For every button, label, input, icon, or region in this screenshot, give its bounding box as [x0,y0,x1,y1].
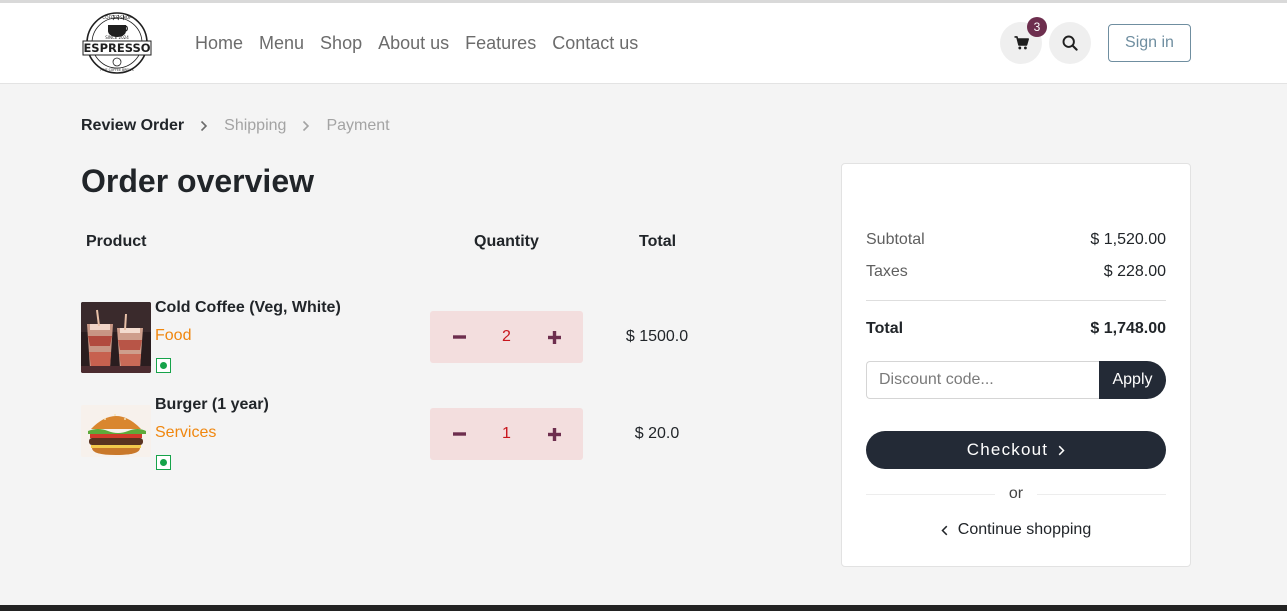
cart-count-badge: 3 [1027,17,1047,37]
discount-code-input[interactable] [866,361,1099,399]
quantity-value[interactable]: 1 [488,425,525,443]
site-header: ESPRESSO SINCE 2024 FINE COFFEE BREWS CO… [0,3,1287,84]
svg-text:COFFEE SHOP: COFFEE SHOP [102,15,132,20]
cold-coffee-image [81,302,151,373]
line-total: $ 1500.0 [625,328,689,345]
chevron-right-icon [184,120,224,132]
summary-divider [866,300,1166,301]
espresso-logo-icon: ESPRESSO SINCE 2024 FINE COFFEE BREWS CO… [82,12,152,74]
order-summary-card: Subtotal $ 1,520.00 Taxes $ 228.00 Total… [841,163,1191,567]
breadcrumb-payment: Payment [326,117,390,134]
checkout-button[interactable]: Checkout [866,431,1166,469]
cart-line-item: Burger (1 year) Services 1 $ 20.0 [81,393,731,473]
product-category: Services [155,424,217,441]
taxes-value: $ 228.00 [1103,263,1166,280]
chevron-right-icon [1058,445,1065,456]
increase-quantity-button[interactable] [525,408,583,460]
decrease-quantity-button[interactable] [430,408,488,460]
checkout-breadcrumb: Review Order Shipping Payment [81,117,390,135]
product-name[interactable]: Burger (1 year) [155,396,269,414]
checkout-label: Checkout [966,440,1049,459]
nav-menu[interactable]: Menu [251,31,312,55]
search-icon [1062,35,1078,51]
increase-quantity-button[interactable] [525,311,583,363]
or-label: or [1008,485,1024,502]
total-label: Total [866,320,904,337]
product-name[interactable]: Cold Coffee (Veg, White) [155,299,341,317]
quantity-stepper: 1 [430,408,583,460]
total-value: $ 1,748.00 [1090,320,1166,337]
footer-edge [0,605,1287,611]
or-separator: or [866,485,1167,503]
taxes-label: Taxes [866,263,908,280]
taxes-row: Taxes $ 228.00 [866,263,1166,281]
subtotal-value: $ 1,520.00 [1090,231,1166,248]
product-image[interactable] [81,302,151,373]
breadcrumb-review-order[interactable]: Review Order [81,117,184,135]
subtotal-row: Subtotal $ 1,520.00 [866,231,1166,249]
plus-icon [547,330,561,344]
plus-icon [547,427,561,441]
discount-form: Apply [866,361,1166,399]
minus-icon [452,432,466,436]
apply-discount-button[interactable]: Apply [1099,361,1166,399]
sign-in-button[interactable]: Sign in [1108,24,1191,62]
product-image[interactable] [81,405,151,457]
svg-text:FINE COFFEE BREWS: FINE COFFEE BREWS [100,68,133,72]
quantity-stepper: 2 [430,311,583,363]
svg-text:ESPRESSO: ESPRESSO [83,41,150,55]
cart-line-item: Cold Coffee (Veg, White) Food 2 $ 1500.0 [81,296,731,376]
chevron-left-icon [941,525,948,536]
quantity-value[interactable]: 2 [488,328,525,346]
product-category: Food [155,327,192,344]
minus-icon [452,335,466,339]
nav-shop[interactable]: Shop [312,31,370,55]
nav-home[interactable]: Home [187,31,251,55]
cart-icon [1014,36,1029,50]
nav-features[interactable]: Features [457,31,544,55]
main-nav: Home Menu Shop About us Features Contact… [187,31,646,55]
search-button[interactable] [1049,22,1091,64]
breadcrumb-shipping: Shipping [224,117,287,134]
burger-image [81,405,151,457]
brand-logo[interactable]: ESPRESSO SINCE 2024 FINE COFFEE BREWS CO… [80,11,154,75]
nav-contact-us[interactable]: Contact us [544,31,646,55]
column-header-total: Total [639,233,677,250]
svg-text:SINCE 2024: SINCE 2024 [105,35,129,40]
veg-indicator-icon [156,455,171,470]
total-row: Total $ 1,748.00 [866,320,1166,338]
column-header-product: Product [86,233,147,250]
continue-shopping-link[interactable]: Continue shopping [866,521,1166,539]
page-title: Order overview [81,163,314,199]
nav-about-us[interactable]: About us [370,31,457,55]
decrease-quantity-button[interactable] [430,311,488,363]
continue-shopping-label: Continue shopping [957,521,1092,538]
column-header-quantity: Quantity [474,233,539,250]
subtotal-label: Subtotal [866,231,925,248]
veg-indicator-icon [156,358,171,373]
cart-button[interactable]: 3 [1000,17,1047,64]
chevron-right-icon [286,120,326,132]
line-total: $ 20.0 [634,425,680,442]
